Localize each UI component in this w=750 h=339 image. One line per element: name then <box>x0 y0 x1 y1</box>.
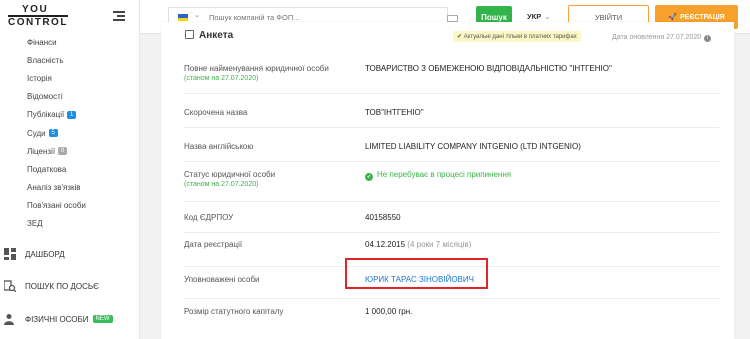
sidebar-item-label: Аналіз зв'язків <box>27 183 81 193</box>
status-text: Не перебуває в процесі припинення <box>377 170 512 179</box>
sidebar-item-label: Ліцензії <box>27 146 56 156</box>
field-row-edrpou: Код ЄДРПОУ 40158550 <box>184 202 719 233</box>
new-badge: NEW <box>92 315 113 323</box>
field-row-short-name: Скорочена назва ТОВ"ІНТГЕНІО" <box>184 94 719 128</box>
field-value: 40158550 <box>365 213 401 222</box>
chevron-down-icon: ⌄ <box>544 12 551 21</box>
logo-line-1: YOU <box>22 4 49 15</box>
field-label: Повне найменування юридичної особи (стано… <box>184 64 329 82</box>
chevron-down-icon[interactable]: ⌄ <box>194 11 200 19</box>
registration-age: (4 роки 7 місяців) <box>407 240 472 249</box>
update-date-text: Дата оновлення 27.07.2020 <box>612 34 702 41</box>
check-circle-icon: ✔ <box>365 173 373 181</box>
person-icon <box>4 313 16 325</box>
sidebar-item-licenses[interactable]: Ліцензії 0 <box>27 142 86 160</box>
rocket-icon: 🚀 <box>668 14 678 21</box>
check-icon: ✔ <box>457 34 464 40</box>
field-label-sub: (станом на 27.07.2020) <box>184 181 259 188</box>
card-title: Анкета <box>199 30 234 41</box>
field-label-text: Повне найменування юридичної особи <box>184 64 329 73</box>
field-row-status: Статус юридичної особи (станом на 27.07.2… <box>184 162 719 202</box>
language-select[interactable]: УКР ⌄ <box>527 12 551 21</box>
card-header: Анкета ✔ Актуальні дані тільки в платних… <box>161 22 734 45</box>
company-profile-card: Анкета ✔ Актуальні дані тільки в платних… <box>161 22 734 339</box>
sidebar-item-dossier-search[interactable]: Пошук по досьє <box>3 280 99 293</box>
sidebar-item-courts[interactable]: Суди 5 <box>27 124 86 142</box>
logo[interactable]: YOU CONTROL <box>8 4 68 30</box>
register-label: РЕЄСТРАЦІЯ <box>680 13 725 21</box>
field-label: Скорочена назва <box>184 108 248 117</box>
actual-note-text: Актуальні дані тільки в платних тарифах <box>463 34 577 40</box>
registration-date: 04.12.2015 <box>365 240 406 249</box>
sidebar-item-fea[interactable]: ЗЕД <box>27 215 86 233</box>
sidebar-item-links-analysis[interactable]: Аналіз зв'язків <box>27 179 86 197</box>
field-value: ✔ Не перебуває в процесі припинення <box>365 170 511 181</box>
sidebar-item-individuals[interactable]: Фізичні особи NEW <box>4 313 113 325</box>
field-row-english-name: Назва англійською LIMITED LIABILITY COMP… <box>184 128 719 162</box>
sidebar-item-info[interactable]: Відомості <box>27 88 86 106</box>
field-label-sub: (станом на 27.07.2020) <box>184 75 259 82</box>
sidebar-item-label: Податкова <box>27 164 67 174</box>
count-badge: 5 <box>48 129 58 138</box>
sidebar-item-label: Суди <box>27 128 46 138</box>
sidebar-item-history[interactable]: Історія <box>27 69 86 87</box>
search-dossier-icon <box>3 280 17 293</box>
sidebar-item-label: Історія <box>27 73 52 83</box>
sidebar-item-label: Пошук по досьє <box>25 281 99 291</box>
form-icon <box>185 30 194 39</box>
field-label: Статус юридичної особи (станом на 27.07.2… <box>184 170 275 188</box>
field-value: 04.12.2015 (4 роки 7 місяців) <box>365 240 471 249</box>
field-row-full-name: Повне найменування юридичної особи (стано… <box>184 53 719 94</box>
field-label: Код ЄДРПОУ <box>184 213 234 222</box>
count-badge: 0 <box>58 147 68 156</box>
sidebar-item-label: ЗЕД <box>27 219 43 229</box>
ukraine-flag-icon[interactable] <box>178 14 188 21</box>
sidebar-item-related-persons[interactable]: Пов'язані особи <box>27 197 86 215</box>
sidebar-item-label: Пов'язані особи <box>27 201 86 211</box>
sidebar-item-dashboard[interactable]: Дашборд <box>4 248 65 260</box>
field-label: Розмір статутного капіталу <box>184 307 284 316</box>
sidebar-item-finance[interactable]: Фінанси <box>27 33 86 51</box>
sidebar-item-tax[interactable]: Податкова <box>27 160 86 178</box>
sidebar-item-label: Фізичні особи <box>25 314 89 324</box>
highlight-box <box>345 258 488 289</box>
field-label-text: Статус юридичної особи <box>184 170 276 179</box>
language-label: УКР <box>527 12 542 21</box>
field-label: Уповноважені особи <box>184 275 260 284</box>
field-label: Дата реєстрації <box>184 240 243 249</box>
logo-line-2: CONTROL <box>8 15 68 28</box>
sidebar-item-publications[interactable]: Публікації 1 <box>27 106 86 124</box>
sidebar-item-label: Публікації <box>27 110 65 120</box>
update-date: Дата оновлення 27.07.2020 i <box>612 34 712 42</box>
field-row-capital: Розмір статутного капіталу 1 000,00 грн. <box>184 299 719 333</box>
keyboard-icon[interactable] <box>447 15 458 22</box>
sidebar-item-label: Відомості <box>27 92 63 102</box>
sidebar-item-label: Дашборд <box>25 249 65 259</box>
sidebar-item-label: Фінанси <box>27 37 57 47</box>
sidebar-subnav: Фінанси Власність Історія Відомості Публ… <box>27 33 86 233</box>
info-icon[interactable]: i <box>704 35 712 42</box>
dashboard-icon <box>4 248 16 260</box>
actual-data-note: ✔ Актуальні дані тільки в платних тарифа… <box>453 31 581 42</box>
count-badge: 1 <box>67 110 77 119</box>
menu-toggle-icon[interactable] <box>113 11 125 21</box>
sidebar-item-label: Власність <box>27 55 64 65</box>
field-value: ТОВ"ІНТГЕНІО" <box>365 108 424 117</box>
field-value: LIMITED LIABILITY COMPANY INTGENIO (LTD … <box>365 142 581 151</box>
field-value: ТОВАРИСТВО З ОБМЕЖЕНОЮ ВІДПОВІДАЛЬНІСТЮ … <box>365 64 612 73</box>
field-label: Назва англійською <box>184 142 254 151</box>
sidebar: YOU CONTROL Фінанси Власність Історія Ві… <box>0 0 140 339</box>
field-value: 1 000,00 грн. <box>365 307 413 316</box>
sidebar-item-ownership[interactable]: Власність <box>27 51 86 69</box>
